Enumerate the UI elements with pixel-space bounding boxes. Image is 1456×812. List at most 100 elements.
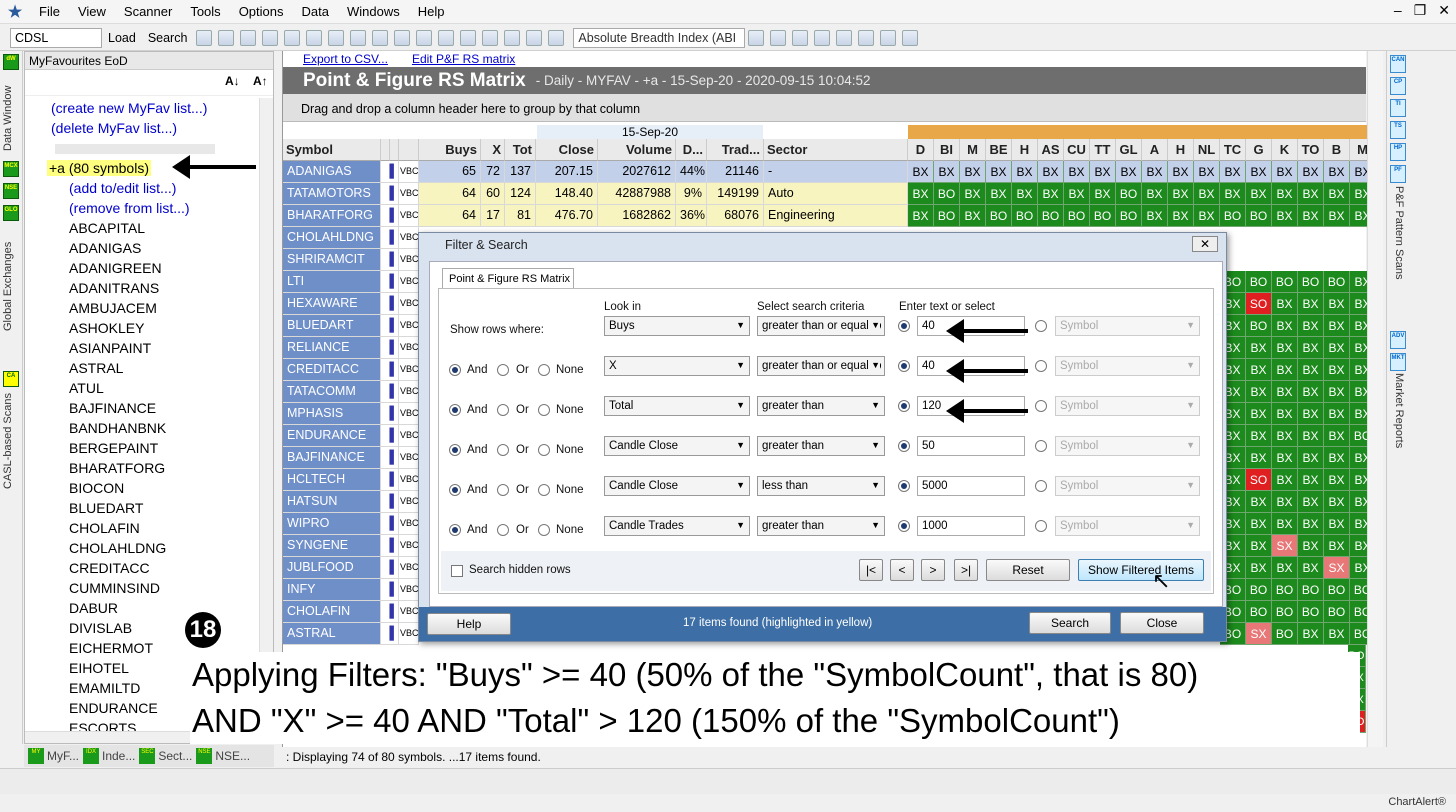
chart-icon[interactable]: ▐ (381, 557, 399, 579)
tab-pf-pattern-scans[interactable]: P&F Pattern Scans (1393, 186, 1405, 306)
column-header[interactable]: X (481, 139, 505, 161)
edit-matrix-link[interactable]: Edit P&F RS matrix (412, 52, 515, 66)
tab-market-reports[interactable]: Market Reports (1393, 373, 1405, 473)
close-button[interactable]: Close (1120, 612, 1204, 634)
cp-scan-icon[interactable]: CP (1390, 77, 1406, 95)
menu-tools[interactable]: Tools (181, 4, 229, 19)
column-header[interactable]: Symbol (283, 139, 381, 161)
vbc-cell[interactable]: VBC (399, 557, 419, 579)
mpvt-icon[interactable] (770, 29, 787, 46)
vbc-cell[interactable]: VBC (399, 579, 419, 601)
value-input[interactable]: 40 (917, 316, 1025, 336)
column-header[interactable] (381, 139, 390, 161)
column-header[interactable]: Buys (419, 139, 481, 161)
table-row[interactable]: TATAMOTORS ▐ VBC 64 60 124 148.40 42887988 9% 149… (283, 183, 1376, 205)
chart-icon[interactable]: ▐ (381, 183, 399, 205)
column-header[interactable] (399, 139, 419, 161)
create-list-link[interactable]: (create new MyFav list...) (25, 98, 261, 118)
menu-view[interactable]: View (69, 4, 115, 19)
symbol-select[interactable]: Symbol ▼ (1055, 476, 1200, 496)
chart-icon[interactable]: ▐ (381, 381, 399, 403)
matrix-column-header[interactable]: G (1246, 139, 1272, 161)
symbol-list-item[interactable]: ADANITRANS (25, 278, 261, 298)
can-scan-icon[interactable]: CAN (1390, 55, 1406, 73)
chart-icon[interactable]: ▐ (381, 205, 399, 227)
value-input[interactable]: 120 (917, 396, 1025, 416)
vbc-cell[interactable]: VBC (399, 249, 419, 271)
vbc-cell[interactable]: VBC (399, 205, 419, 227)
matrix-column-header[interactable]: M (960, 139, 986, 161)
pf-scan-icon[interactable]: PF (1390, 165, 1406, 183)
symbol-radio[interactable] (1035, 400, 1047, 412)
search-button[interactable]: Search (142, 31, 194, 45)
value-radio[interactable] (898, 320, 910, 332)
vbc-cell[interactable]: VBC (399, 403, 419, 425)
menu-file[interactable]: File (30, 4, 69, 19)
symbol-cell[interactable]: SYNGENE (283, 535, 381, 557)
matrix-column-header[interactable]: K (1272, 139, 1298, 161)
restore-icon[interactable]: ❐ (1414, 2, 1427, 19)
avg-icon[interactable] (482, 29, 499, 46)
column-header[interactable]: Tot (505, 139, 536, 161)
symbol-cell[interactable]: TATACOMM (283, 381, 381, 403)
table-row[interactable]: BHARATFORG ▐ VBC 64 17 81 476.70 1682862 36% 6807… (283, 205, 1376, 227)
symbol-cell[interactable]: ENDURANCE (283, 425, 381, 447)
symbol-list-item[interactable]: AMBUJACEM (25, 298, 261, 318)
vbc-cell[interactable]: VBC (399, 183, 419, 205)
symbol-cell[interactable]: INFY (283, 579, 381, 601)
envelope-icon[interactable] (548, 29, 565, 46)
vbc-cell[interactable]: VBC (399, 381, 419, 403)
histogram-icon[interactable] (880, 29, 897, 46)
nse-icon[interactable]: NSE (3, 183, 19, 199)
close-icon[interactable]: ✕ (1438, 2, 1450, 19)
vbc-cell[interactable]: VBC (399, 271, 419, 293)
help-button[interactable]: Help (427, 613, 511, 635)
menu-windows[interactable]: Windows (338, 4, 409, 19)
matrix-column-header[interactable]: H (1012, 139, 1038, 161)
casl-icon[interactable]: CA (3, 371, 19, 387)
menu-scanner[interactable]: Scanner (115, 4, 181, 19)
dialog-close-button[interactable]: ✕ (1192, 236, 1218, 252)
mkt-rep-icon[interactable]: MKT (1390, 353, 1406, 371)
symbol-list-item[interactable]: CHOLAFIN (25, 518, 261, 538)
symbol-cell[interactable]: CHOLAHLDNG (283, 227, 381, 249)
vbc-cell[interactable]: VBC (399, 623, 419, 645)
menu-help[interactable]: Help (409, 4, 454, 19)
symbol-cell[interactable]: HATSUN (283, 491, 381, 513)
symbol-list-item[interactable]: ASHOKLEY (25, 318, 261, 338)
matrix-column-header[interactable]: AS (1038, 139, 1064, 161)
or-radio[interactable] (497, 444, 509, 456)
menu-data[interactable]: Data (293, 4, 338, 19)
symbol-radio[interactable] (1035, 520, 1047, 532)
symbol-list-item[interactable]: ASIANPAINT (25, 338, 261, 358)
value-radio[interactable] (898, 360, 910, 372)
symbol-cell[interactable]: CREDITACC (283, 359, 381, 381)
or-radio[interactable] (497, 484, 509, 496)
grid-scrollbar[interactable] (1367, 51, 1383, 747)
chart-type-icon[interactable] (218, 29, 235, 46)
symbol-list-item[interactable]: ATUL (25, 378, 261, 398)
matrix-column-header[interactable]: BI (934, 139, 960, 161)
symbol-list-item[interactable]: ADANIGREEN (25, 258, 261, 278)
value-input[interactable]: 1000 (917, 516, 1025, 536)
tab-data-window[interactable]: Data Window (2, 73, 20, 163)
add-edit-list-link[interactable]: (add to/edit list...) (25, 178, 261, 198)
chart-icon[interactable]: ▐ (381, 425, 399, 447)
look-in-select[interactable]: Candle Close ▼ (604, 436, 750, 456)
table-row[interactable]: ADANIGAS ▐ VBC 65 72 137 207.15 2027612 44% 21146… (283, 161, 1376, 183)
symbol-select[interactable]: Symbol ▼ (1055, 316, 1200, 336)
value-input[interactable]: 50 (917, 436, 1025, 456)
vbc-cell[interactable]: VBC (399, 513, 419, 535)
matrix-column-header[interactable]: D (908, 139, 934, 161)
vbc-cell[interactable]: VBC (399, 359, 419, 381)
candle-icon[interactable] (792, 29, 809, 46)
and-radio[interactable] (449, 444, 461, 456)
symbol-input[interactable]: CDSL (10, 27, 102, 48)
symbol-select[interactable]: Symbol ▼ (1055, 516, 1200, 536)
nav-first-button[interactable]: |< (859, 559, 883, 581)
tab-sectors[interactable]: SEC Sect... (139, 748, 192, 764)
matrix-column-header[interactable]: B (1324, 139, 1350, 161)
chart-icon[interactable]: ▐ (381, 337, 399, 359)
minimize-icon[interactable]: – (1394, 2, 1402, 19)
symbol-list-item[interactable]: BANDHANBNK (25, 418, 261, 438)
